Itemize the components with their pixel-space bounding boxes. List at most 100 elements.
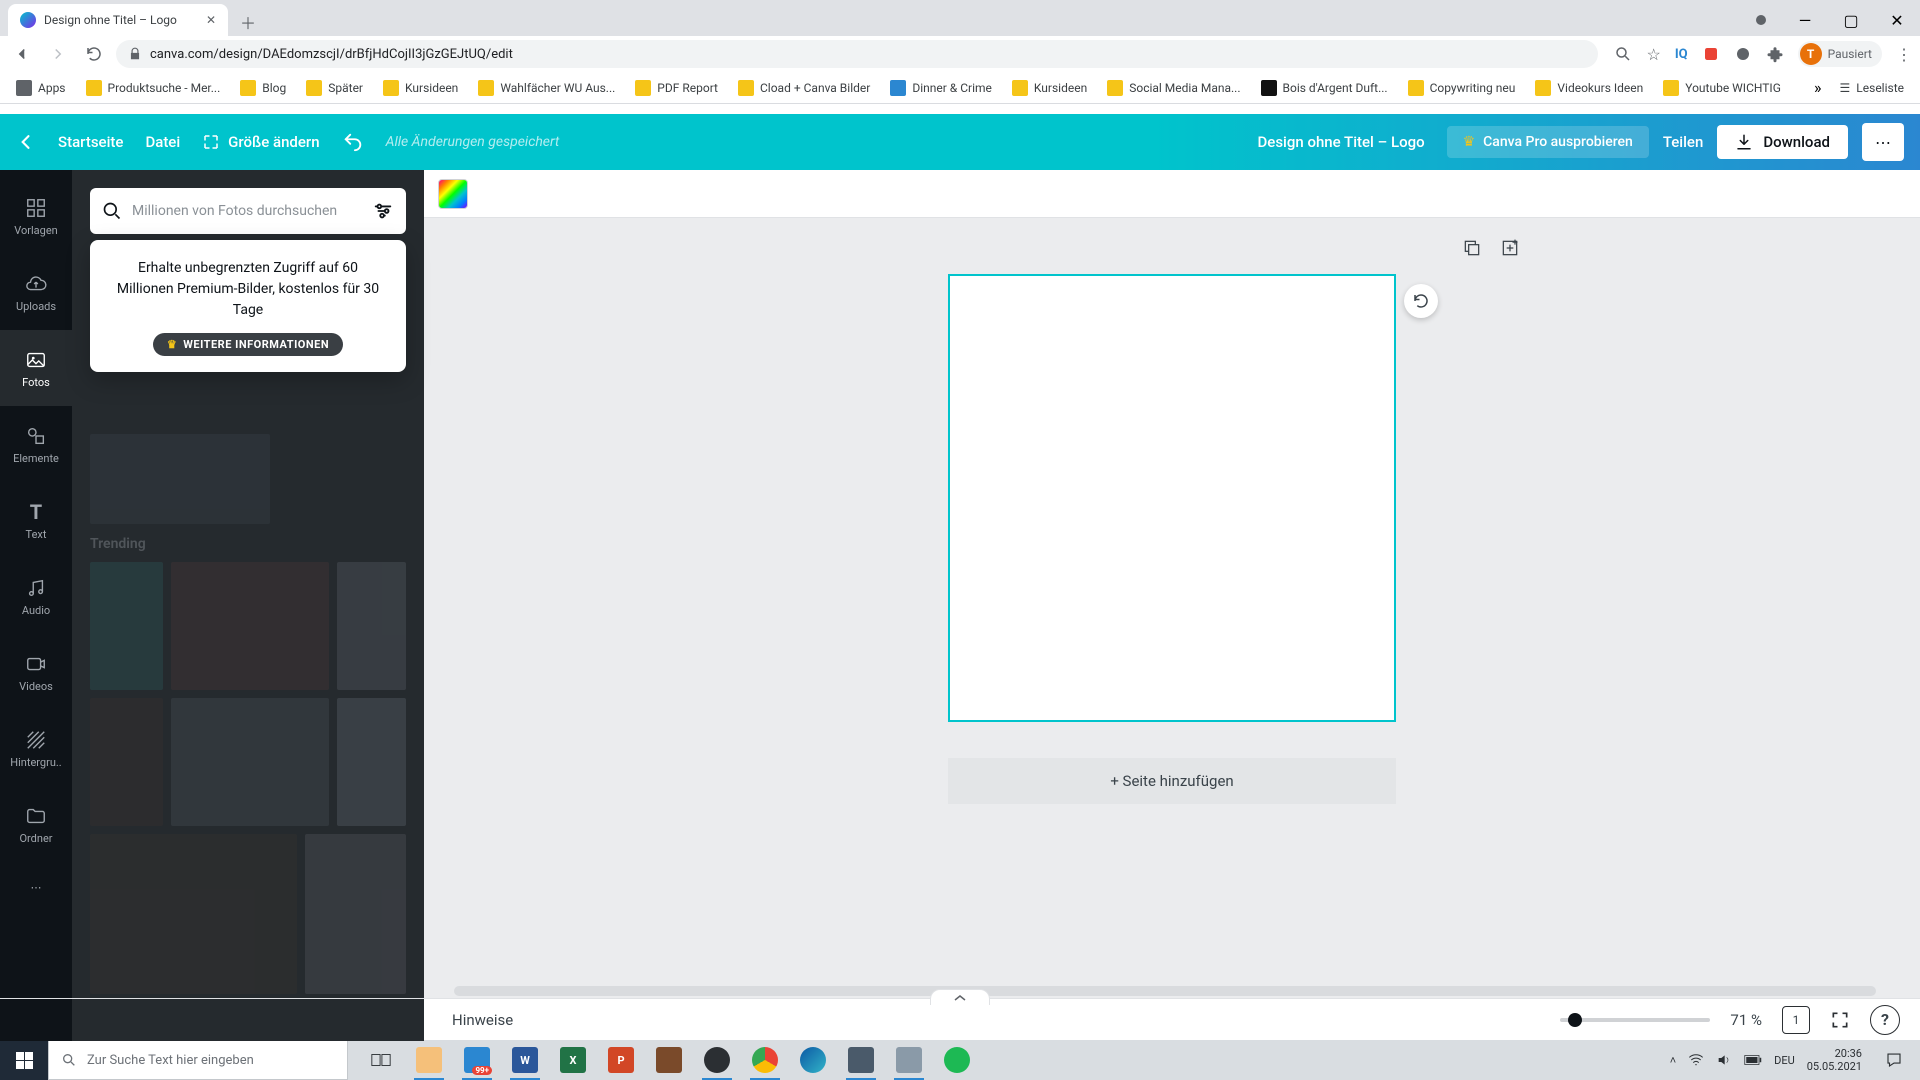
nav-elements[interactable]: Elemente [0, 406, 72, 482]
photo-thumb[interactable] [90, 434, 270, 524]
photo-thumb[interactable] [305, 834, 406, 994]
photo-thumb[interactable] [90, 698, 163, 826]
add-page-icon[interactable] [1500, 238, 1520, 258]
obs-icon[interactable] [696, 1040, 738, 1080]
bookmark-item[interactable]: Videokurs Ideen [1527, 76, 1651, 100]
photo-search[interactable] [90, 188, 406, 234]
zoom-slider[interactable] [1560, 1018, 1710, 1022]
zoom-value[interactable]: 71 % [1730, 1011, 1762, 1029]
chrome-icon[interactable] [744, 1040, 786, 1080]
bookmark-item[interactable]: Blog [232, 76, 294, 100]
back-icon[interactable] [8, 40, 36, 68]
battery-icon[interactable] [1744, 1054, 1762, 1066]
extension-icon[interactable] [1734, 45, 1752, 63]
bookmark-item[interactable]: PDF Report [627, 76, 726, 100]
bookmark-item[interactable]: Social Media Mana... [1099, 76, 1248, 100]
nav-folders[interactable]: Ordner [0, 786, 72, 862]
apps-button[interactable]: Apps [8, 76, 74, 100]
task-view-icon[interactable] [360, 1040, 402, 1080]
reading-list-button[interactable]: ☰Leseliste [1832, 77, 1912, 99]
nav-templates[interactable]: Vorlagen [0, 178, 72, 254]
star-icon[interactable]: ☆ [1646, 45, 1660, 64]
bookmark-item[interactable]: Produktsuche - Mer... [78, 76, 229, 100]
nav-videos[interactable]: Videos [0, 634, 72, 710]
canvas-viewport[interactable]: + Seite hinzufügen [424, 218, 1920, 998]
nav-audio[interactable]: Audio [0, 558, 72, 634]
document-title[interactable]: Design ohne Titel – Logo [1258, 133, 1425, 151]
photo-thumb[interactable] [337, 562, 406, 690]
bookmark-item[interactable]: Wahlfächer WU Aus... [470, 76, 623, 100]
color-picker[interactable] [438, 179, 468, 209]
zoom-icon[interactable] [1614, 45, 1632, 63]
file-menu[interactable]: Datei [145, 133, 180, 151]
bookmark-item[interactable]: Kursideen [1004, 76, 1095, 100]
overflow-icon[interactable]: » [1808, 78, 1828, 97]
notifications-icon[interactable] [1874, 1040, 1914, 1080]
profile-chip[interactable]: T Pausiert [1798, 41, 1882, 67]
start-button[interactable] [0, 1040, 48, 1080]
photo-thumb[interactable] [171, 562, 329, 690]
vertical-scrollbar[interactable] [1906, 266, 1920, 984]
add-page-button[interactable]: + Seite hinzufügen [948, 758, 1396, 804]
language-indicator[interactable]: DEU [1774, 1054, 1795, 1067]
new-tab-button[interactable]: ＋ [234, 8, 262, 36]
edge-icon[interactable]: 99+ [456, 1040, 498, 1080]
minimize-icon[interactable]: — [1782, 4, 1828, 36]
taskbar-search[interactable]: Zur Suche Text hier eingeben [48, 1040, 348, 1080]
duplicate-page-icon[interactable] [1462, 238, 1482, 258]
account-dot-icon[interactable] [1756, 15, 1766, 25]
clock[interactable]: 20:36 05.05.2021 [1807, 1047, 1862, 1073]
nav-text[interactable]: TText [0, 482, 72, 558]
nav-uploads[interactable]: Uploads [0, 254, 72, 330]
app-icon[interactable] [648, 1040, 690, 1080]
reload-icon[interactable] [80, 40, 108, 68]
photo-thumb[interactable] [90, 562, 163, 690]
notes-handle[interactable] [930, 989, 990, 1005]
search-input[interactable] [132, 203, 362, 219]
bookmark-item[interactable]: Copywriting neu [1400, 76, 1524, 100]
download-button[interactable]: Download [1717, 125, 1848, 159]
explorer-icon[interactable] [408, 1040, 450, 1080]
powerpoint-icon[interactable]: P [600, 1040, 642, 1080]
maximize-icon[interactable]: ▢ [1828, 4, 1874, 36]
bookmark-item[interactable]: Dinner & Crime [882, 76, 1000, 100]
home-link[interactable]: Startseite [58, 133, 123, 151]
filter-icon[interactable] [372, 200, 394, 222]
design-page[interactable] [948, 274, 1396, 722]
more-info-button[interactable]: ♛ WEITERE INFORMATIONEN [153, 333, 343, 356]
extension-icon[interactable] [1702, 45, 1720, 63]
browser-tab[interactable]: Design ohne Titel – Logo ✕ [8, 4, 228, 36]
nav-more[interactable]: ⋯ [0, 862, 72, 912]
bookmark-item[interactable]: Bois d'Argent Duft... [1253, 76, 1396, 100]
word-icon[interactable]: W [504, 1040, 546, 1080]
close-window-icon[interactable]: ✕ [1874, 4, 1920, 36]
share-button[interactable]: Teilen [1663, 133, 1704, 151]
address-bar[interactable]: canva.com/design/DAEdomzscjI/drBfjHdCojI… [116, 40, 1598, 68]
volume-icon[interactable] [1716, 1052, 1732, 1068]
photo-thumb[interactable] [171, 698, 329, 826]
bookmark-item[interactable]: Youtube WICHTIG [1655, 76, 1789, 100]
try-pro-button[interactable]: ♛ Canva Pro ausprobieren [1447, 126, 1649, 158]
iq-icon[interactable]: IQ [1675, 47, 1688, 62]
back-icon[interactable] [16, 132, 36, 152]
resize-button[interactable]: Größe ändern [202, 133, 319, 151]
hints-label[interactable]: Hinweise [452, 1011, 513, 1029]
bookmark-item[interactable]: Später [298, 76, 371, 100]
bookmark-item[interactable]: Kursideen [375, 76, 466, 100]
wifi-icon[interactable] [1688, 1052, 1704, 1068]
extensions-puzzle-icon[interactable] [1766, 45, 1784, 63]
edge-icon[interactable] [792, 1040, 834, 1080]
page-indicator[interactable]: 1 [1782, 1006, 1810, 1034]
fullscreen-icon[interactable] [1830, 1010, 1850, 1030]
tray-overflow-icon[interactable]: ˄ [1670, 1054, 1676, 1067]
horizontal-scrollbar[interactable] [424, 984, 1906, 998]
nav-background[interactable]: Hintergru.. [0, 710, 72, 786]
bookmark-item[interactable]: Cload + Canva Bilder [730, 76, 878, 100]
kebab-icon[interactable]: ⋮ [1896, 45, 1912, 64]
undo-icon[interactable] [342, 131, 364, 153]
app-icon[interactable] [888, 1040, 930, 1080]
photo-thumb[interactable] [337, 698, 406, 826]
more-button[interactable]: ⋯ [1862, 123, 1904, 161]
regenerate-button[interactable] [1404, 284, 1438, 318]
photo-thumb[interactable] [90, 834, 297, 994]
